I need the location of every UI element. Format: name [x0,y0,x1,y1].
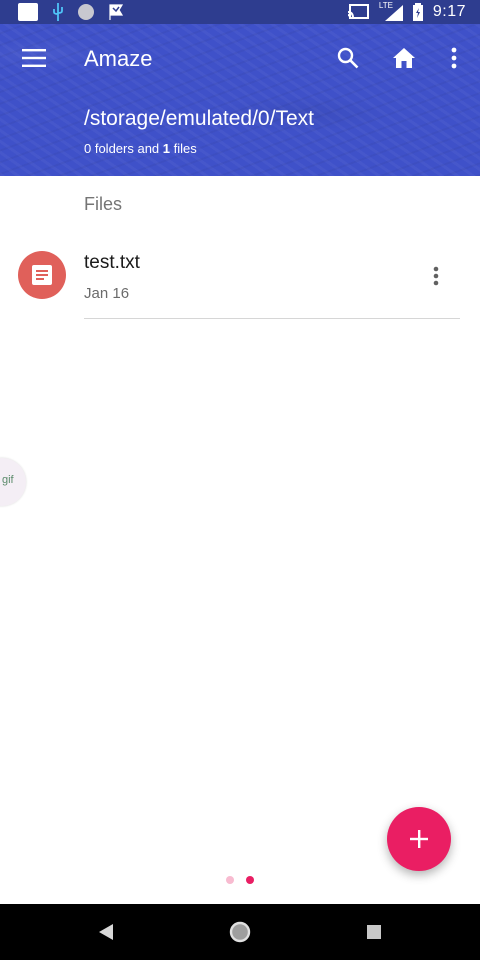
file-name: test.txt [84,252,140,273]
status-time: 9:17 [432,3,466,20]
system-navigation-bar [0,904,480,960]
more-vert-icon [433,266,439,286]
status-bar: LTE 9:17 [0,0,480,24]
path-summary: 0 folders and 1 files [84,141,197,156]
nav-home-button[interactable] [226,918,254,946]
notification-square-icon [18,3,38,21]
file-item-menu-button[interactable] [422,260,450,292]
back-triangle-icon [99,924,113,940]
page-dot-1 [226,876,234,884]
nav-back-button[interactable] [92,918,120,946]
page-indicator [226,876,254,884]
cast-icon [347,4,369,19]
signal-icon: LTE [378,1,403,21]
app-title: Amaze [84,46,153,71]
summary-suffix: files [170,141,197,156]
hamburger-menu-icon [22,49,46,67]
status-bar-left-icons [18,0,124,24]
usb-icon [53,3,63,21]
text-file-icon[interactable] [18,251,66,299]
overflow-menu-button[interactable] [436,38,472,78]
menu-button[interactable] [14,38,54,78]
home-icon [393,48,415,68]
plus-icon [410,830,428,848]
battery-icon [412,3,423,21]
app-bar: Amaze /storage/emulated/0/Text 0 folders… [0,24,480,176]
more-vert-icon [451,47,457,69]
home-circle-icon [229,921,251,943]
page-dot-2-active [246,876,254,884]
status-bar-right-icons: LTE 9:17 [347,0,466,24]
file-date: Jan 16 [84,285,130,302]
summary-file-count: 1 [162,141,171,156]
current-path[interactable]: /storage/emulated/0/Text [84,107,314,131]
network-type-label: LTE [378,1,393,10]
edge-bubble-label: gif [2,474,14,486]
summary-prefix: 0 folders and [84,141,163,156]
file-list-item[interactable]: test.txt Jan 16 [0,238,480,320]
home-button[interactable] [384,38,424,78]
search-icon [337,47,359,69]
circle-icon [78,4,94,20]
list-divider [84,318,460,319]
search-button[interactable] [328,38,368,78]
section-header-files: Files [84,194,123,214]
floating-edge-bubble[interactable]: gif [0,458,26,506]
recents-square-icon [367,925,381,939]
add-fab-button[interactable] [387,807,451,871]
nav-recents-button[interactable] [360,918,388,946]
flag-icon [109,4,124,20]
